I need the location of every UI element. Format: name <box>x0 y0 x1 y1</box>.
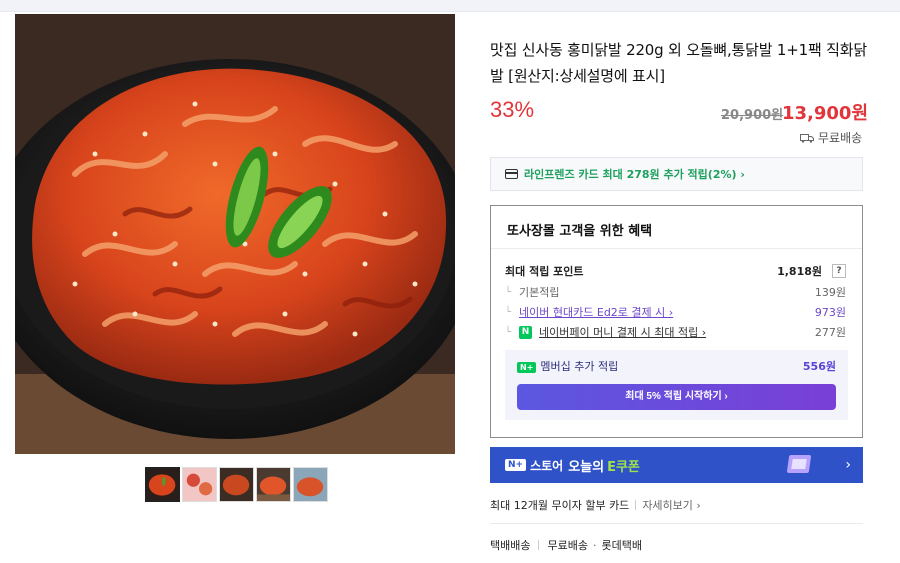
membership-box: N+ 멤버십 추가 적립 556원 최대 5% 적립 시작하기 › <box>505 350 848 420</box>
original-price: 20,900원 <box>721 108 784 123</box>
thumbnail-4[interactable] <box>256 467 291 502</box>
membership-row: N+ 멤버십 추가 적립 556원 <box>517 358 836 374</box>
credit-card-icon <box>505 169 518 179</box>
discount-rate: 33% <box>490 97 535 122</box>
installment-more-link[interactable]: 자세히보기 › <box>642 497 701 513</box>
nplus-icon: N+ <box>517 362 537 373</box>
card-promo-text: 라인프렌즈 카드 최대 278원 추가 적립(2%) › <box>524 168 745 181</box>
e-coupon-banner[interactable]: N+ 스토어 오늘의 E쿠폰 › <box>490 447 863 483</box>
npay-money-row: └ N 네이버페이 머니 결제 시 최대 적립 › 277원 <box>505 324 846 340</box>
base-points-value: 139원 <box>814 286 846 299</box>
hyundai-card-value: 973원 <box>814 306 846 319</box>
free-shipping-label: 무료배송 <box>818 131 863 145</box>
thumbnail-1[interactable] <box>145 467 180 502</box>
coupon-today-label: 오늘의 <box>568 459 605 475</box>
thumbnail-strip <box>145 467 328 502</box>
divider <box>490 523 863 524</box>
membership-label: 멤버십 추가 적립 <box>540 360 619 373</box>
hyundai-card-link[interactable]: 네이버 현대카드 Ed2로 결제 시 › <box>519 304 673 320</box>
top-strip <box>0 0 900 12</box>
tree-branch-icon: └ <box>505 306 512 318</box>
delivery-type: 택배배송 <box>490 539 531 552</box>
coupon-ticket-icon <box>786 455 812 473</box>
free-shipping-info: 무료배송 <box>800 129 862 146</box>
help-button[interactable]: ? <box>832 264 846 278</box>
hyundai-card-row: └ 네이버 현대카드 Ed2로 결제 시 › 973원 <box>505 304 846 320</box>
max-points-row: 최대 적립 포인트 1,818원 ? <box>505 263 846 279</box>
product-title: 맛집 신사동 홍미닭발 220g 외 오돌뼈,통닭발 1+1팩 직화닭발 [원산… <box>490 41 867 85</box>
max-points-value: 1,818원 <box>777 265 822 278</box>
tree-branch-icon: └ <box>505 326 512 338</box>
tree-branch-icon: └ <box>505 286 512 298</box>
dot-separator: · <box>592 538 597 552</box>
divider <box>491 248 862 249</box>
installment-text: 최대 12개월 무이자 할부 카드 <box>490 499 630 512</box>
npay-icon: N <box>519 325 533 339</box>
npay-money-link[interactable]: 네이버페이 머니 결제 시 최대 적립 › <box>539 324 706 340</box>
coupon-e-label: E쿠폰 <box>607 459 640 475</box>
delivery-fee: 무료배송 <box>547 539 588 552</box>
installment-info: 최대 12개월 무이자 할부 카드 자세히보기 › <box>490 497 701 513</box>
base-points-row: └ 기본적립 139원 <box>505 284 846 300</box>
sale-price: 13,900원 <box>782 103 869 124</box>
thumbnail-2[interactable] <box>182 467 217 502</box>
benefit-title: 또사장몰 고객을 위한 혜택 <box>507 224 653 239</box>
coupon-store-label: 스토어 <box>530 458 564 473</box>
delivery-courier: 롯데택배 <box>601 539 642 552</box>
nplus-store-icon: N+ <box>505 459 527 471</box>
thumbnail-5[interactable] <box>293 467 328 502</box>
delivery-info: 택배배송 무료배송 · 롯데택배 <box>490 537 642 553</box>
divider <box>635 500 637 510</box>
membership-value: 556원 <box>802 360 836 373</box>
divider <box>538 540 540 550</box>
product-main-image[interactable] <box>15 14 455 454</box>
chevron-right-icon: › <box>845 457 851 473</box>
max-points-label: 최대 적립 포인트 <box>505 265 584 278</box>
thumbnail-3[interactable] <box>219 467 254 502</box>
benefit-box: 또사장몰 고객을 위한 혜택 최대 적립 포인트 1,818원 ? └ 기본적립 … <box>490 205 863 438</box>
base-points-label: 기본적립 <box>519 286 560 299</box>
card-promo-link[interactable]: 라인프렌즈 카드 최대 278원 추가 적립(2%) › <box>490 157 863 191</box>
truck-icon <box>800 133 814 143</box>
start-membership-button[interactable]: 최대 5% 적립 시작하기 › <box>517 384 836 410</box>
npay-money-value: 277원 <box>814 326 846 339</box>
